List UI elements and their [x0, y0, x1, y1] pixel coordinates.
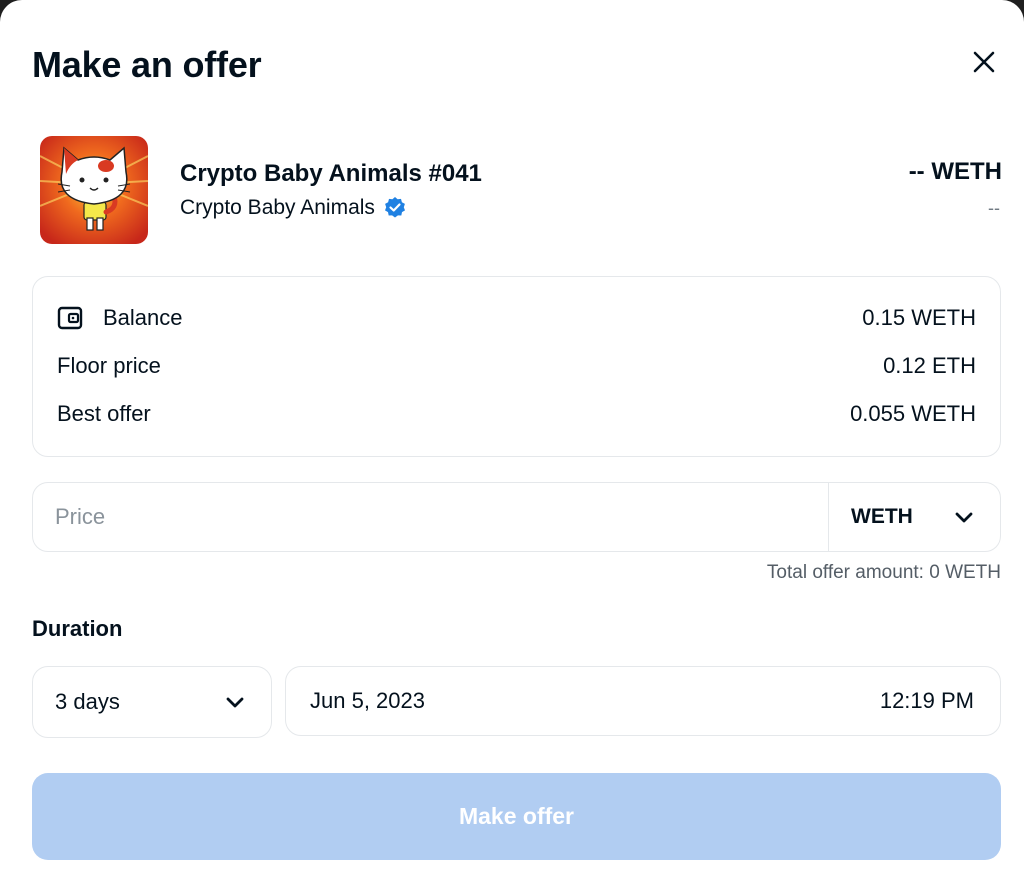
duration-value: 3 days [55, 689, 120, 714]
item-price: -- WETH [908, 158, 1002, 185]
chevron-down-icon [226, 697, 244, 708]
total-offer-amount: Total offer amount: 0 WETH [766, 562, 1001, 583]
duration-select[interactable]: 3 days [32, 666, 272, 738]
price-input[interactable] [33, 483, 828, 551]
modal-title: Make an offer [32, 44, 262, 85]
balance-label: Balance [103, 305, 183, 330]
cartoon-cat-nft-image [40, 136, 148, 244]
make-offer-modal: Make an offer Crypto Baby Animals #041 C… [0, 0, 1024, 887]
expiration-datetime-picker[interactable]: Jun 5, 2023 12:19 PM [285, 666, 1001, 736]
floor-price-label: Floor price [57, 353, 161, 378]
collection-row: Crypto Baby Animals [180, 196, 407, 220]
price-input-group: WETH [32, 482, 1001, 552]
close-button[interactable] [964, 44, 1004, 80]
balance-row: Balance 0.15 WETH [57, 305, 976, 331]
currency-select[interactable]: WETH [828, 483, 1000, 551]
currency-label: WETH [851, 505, 913, 528]
offer-info-panel: Balance 0.15 WETH Floor price 0.12 ETH B… [32, 276, 1001, 457]
make-offer-button[interactable]: Make offer [32, 773, 1001, 860]
item-price-usd: -- [988, 198, 1000, 218]
wallet-icon [57, 306, 83, 330]
close-icon [973, 51, 995, 73]
best-offer-label: Best offer [57, 401, 151, 426]
best-offer-row: Best offer 0.055 WETH [57, 401, 976, 427]
verified-badge-icon [384, 197, 405, 218]
collection-name[interactable]: Crypto Baby Animals [180, 196, 375, 220]
best-offer-value: 0.055 WETH [850, 401, 976, 426]
balance-value: 0.15 WETH [862, 305, 976, 330]
expiration-time: 12:19 PM [879, 688, 974, 713]
floor-price-row: Floor price 0.12 ETH [57, 353, 976, 379]
duration-heading: Duration [32, 616, 123, 641]
expiration-date: Jun 5, 2023 [310, 688, 425, 713]
chevron-down-icon [955, 512, 973, 523]
nft-name[interactable]: Crypto Baby Animals #041 [180, 160, 482, 188]
nft-thumbnail [40, 136, 148, 244]
floor-price-value: 0.12 ETH [883, 353, 976, 378]
